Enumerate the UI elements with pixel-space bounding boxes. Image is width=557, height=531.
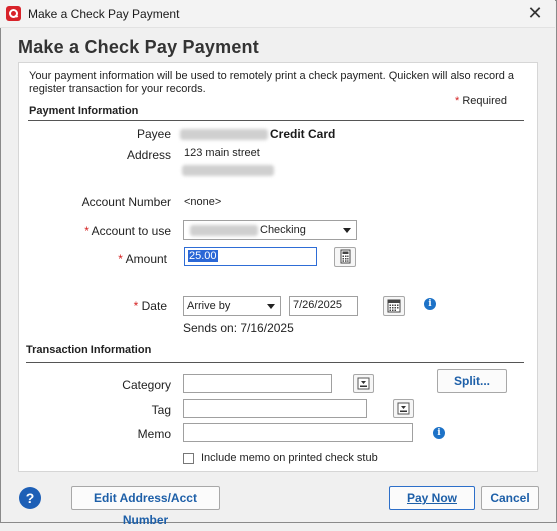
- chevron-down-icon: [267, 304, 275, 309]
- tag-label: Tag: [151, 403, 171, 417]
- account-name-redacted: [190, 225, 258, 236]
- chevron-down-icon: [343, 228, 351, 233]
- account-to-use-value: Checking: [260, 224, 306, 236]
- tag-picker-button[interactable]: [393, 399, 414, 418]
- amount-label: * Amount: [60, 252, 167, 266]
- cancel-button[interactable]: Cancel: [481, 486, 539, 510]
- section-divider: [28, 120, 524, 121]
- required-star: *: [84, 224, 89, 238]
- info-icon[interactable]: i: [424, 298, 436, 310]
- account-to-use-dropdown[interactable]: Checking: [183, 220, 357, 240]
- section-divider: [26, 362, 524, 363]
- pay-now-label: Pay Now: [406, 491, 457, 505]
- date-text: Date: [141, 299, 167, 313]
- include-memo-label[interactable]: Include memo on printed check stub: [201, 452, 378, 464]
- memo-input[interactable]: [183, 423, 413, 442]
- split-button[interactable]: Split...: [437, 369, 507, 393]
- amount-text: Amount: [125, 252, 167, 266]
- list-picker-icon: [357, 377, 370, 390]
- amount-input[interactable]: 25.00: [184, 247, 317, 266]
- window-title: Make a Check Pay Payment: [28, 7, 180, 21]
- payment-section-title: Payment Information: [29, 105, 139, 117]
- amount-value: 25.00: [188, 250, 218, 262]
- include-memo-checkbox[interactable]: [183, 453, 194, 464]
- address-label: Address: [126, 148, 171, 162]
- category-picker-button[interactable]: [353, 374, 374, 393]
- payee-name-redacted: [180, 129, 268, 140]
- page-title: Make a Check Pay Payment: [18, 37, 259, 57]
- address-line1: 123 main street: [184, 147, 260, 159]
- calculator-button[interactable]: [334, 247, 356, 267]
- info-icon[interactable]: i: [433, 427, 445, 439]
- edit-address-button[interactable]: Edit Address/Acct Number: [71, 486, 220, 527]
- title-bar: Make a Check Pay Payment ✕: [0, 0, 555, 28]
- payee-value: Credit Card: [270, 127, 336, 141]
- quicken-logo-icon: [6, 6, 21, 21]
- category-label: Category: [122, 378, 171, 392]
- category-input[interactable]: [183, 374, 332, 393]
- help-button[interactable]: ?: [19, 487, 41, 509]
- account-to-use-label: * Account to use: [40, 224, 171, 238]
- close-button[interactable]: ✕: [515, 0, 555, 28]
- date-label: * Date: [60, 299, 167, 313]
- tag-input[interactable]: [183, 399, 367, 418]
- payee-label: Payee: [136, 127, 171, 141]
- required-star: *: [133, 299, 139, 313]
- pay-now-button[interactable]: Pay Now: [389, 486, 475, 510]
- transaction-section-title: Transaction Information: [26, 344, 152, 356]
- calendar-icon: [387, 299, 401, 313]
- required-label: Required: [462, 95, 507, 107]
- calculator-icon: [340, 249, 351, 264]
- account-to-use-text: Account to use: [91, 224, 171, 238]
- required-star: *: [118, 252, 123, 266]
- sends-on-text: Sends on: 7/16/2025: [183, 321, 294, 335]
- address-line2-redacted: [182, 165, 274, 176]
- date-mode-dropdown[interactable]: Arrive by: [183, 296, 281, 316]
- memo-label: Memo: [137, 427, 171, 441]
- date-input[interactable]: 7/26/2025: [289, 296, 358, 316]
- account-number-label: Account Number: [81, 195, 171, 209]
- intro-text: Your payment information will be used to…: [29, 70, 515, 95]
- required-note: * Required: [455, 95, 507, 107]
- date-mode-value: Arrive by: [187, 300, 231, 312]
- calendar-button[interactable]: [383, 296, 405, 316]
- account-number-value: <none>: [184, 196, 222, 208]
- list-picker-icon: [397, 402, 410, 415]
- required-star: *: [455, 95, 460, 107]
